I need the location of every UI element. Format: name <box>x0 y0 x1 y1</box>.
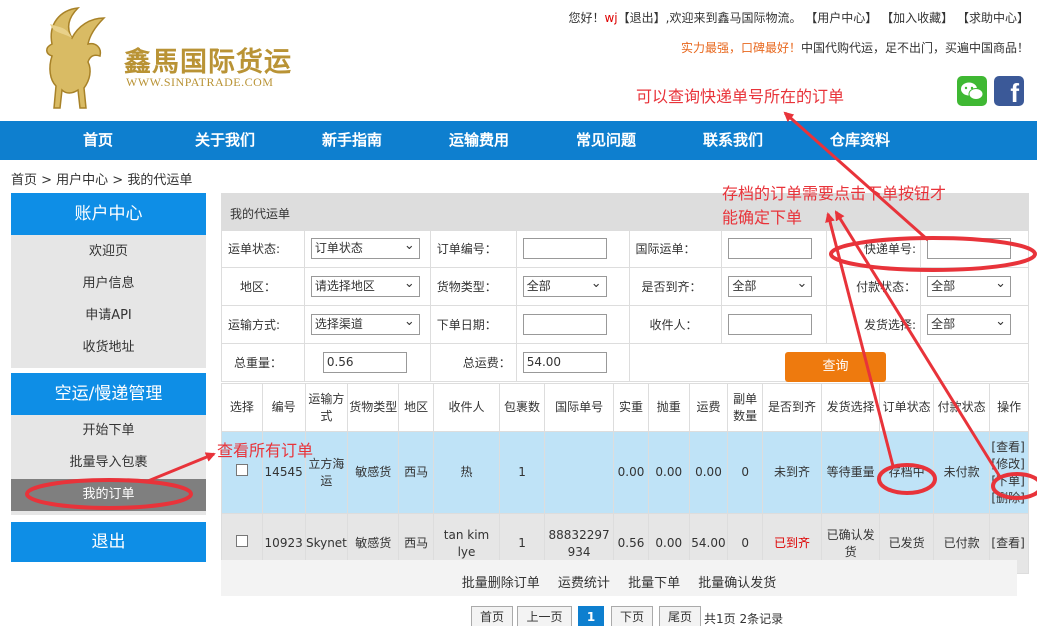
annotation-arrow-my-orders <box>147 452 216 483</box>
annotation-express-text: 可以查询快递单号所在的订单 <box>636 87 845 106</box>
annotation-place-order-line2: 能确定下单 <box>722 208 803 227</box>
annotation-overlay <box>25 111 1037 510</box>
annotation-my-orders-text: 查看所有订单 <box>217 441 314 460</box>
annotation-circle-status <box>877 463 937 495</box>
annotation-arrow-express <box>783 111 929 242</box>
annotation-place-order-line1: 存档的订单需要点击下单按钮才 <box>722 184 947 203</box>
annotation-circle-my-orders <box>25 478 193 510</box>
annotation-circle-place-order <box>991 472 1037 500</box>
